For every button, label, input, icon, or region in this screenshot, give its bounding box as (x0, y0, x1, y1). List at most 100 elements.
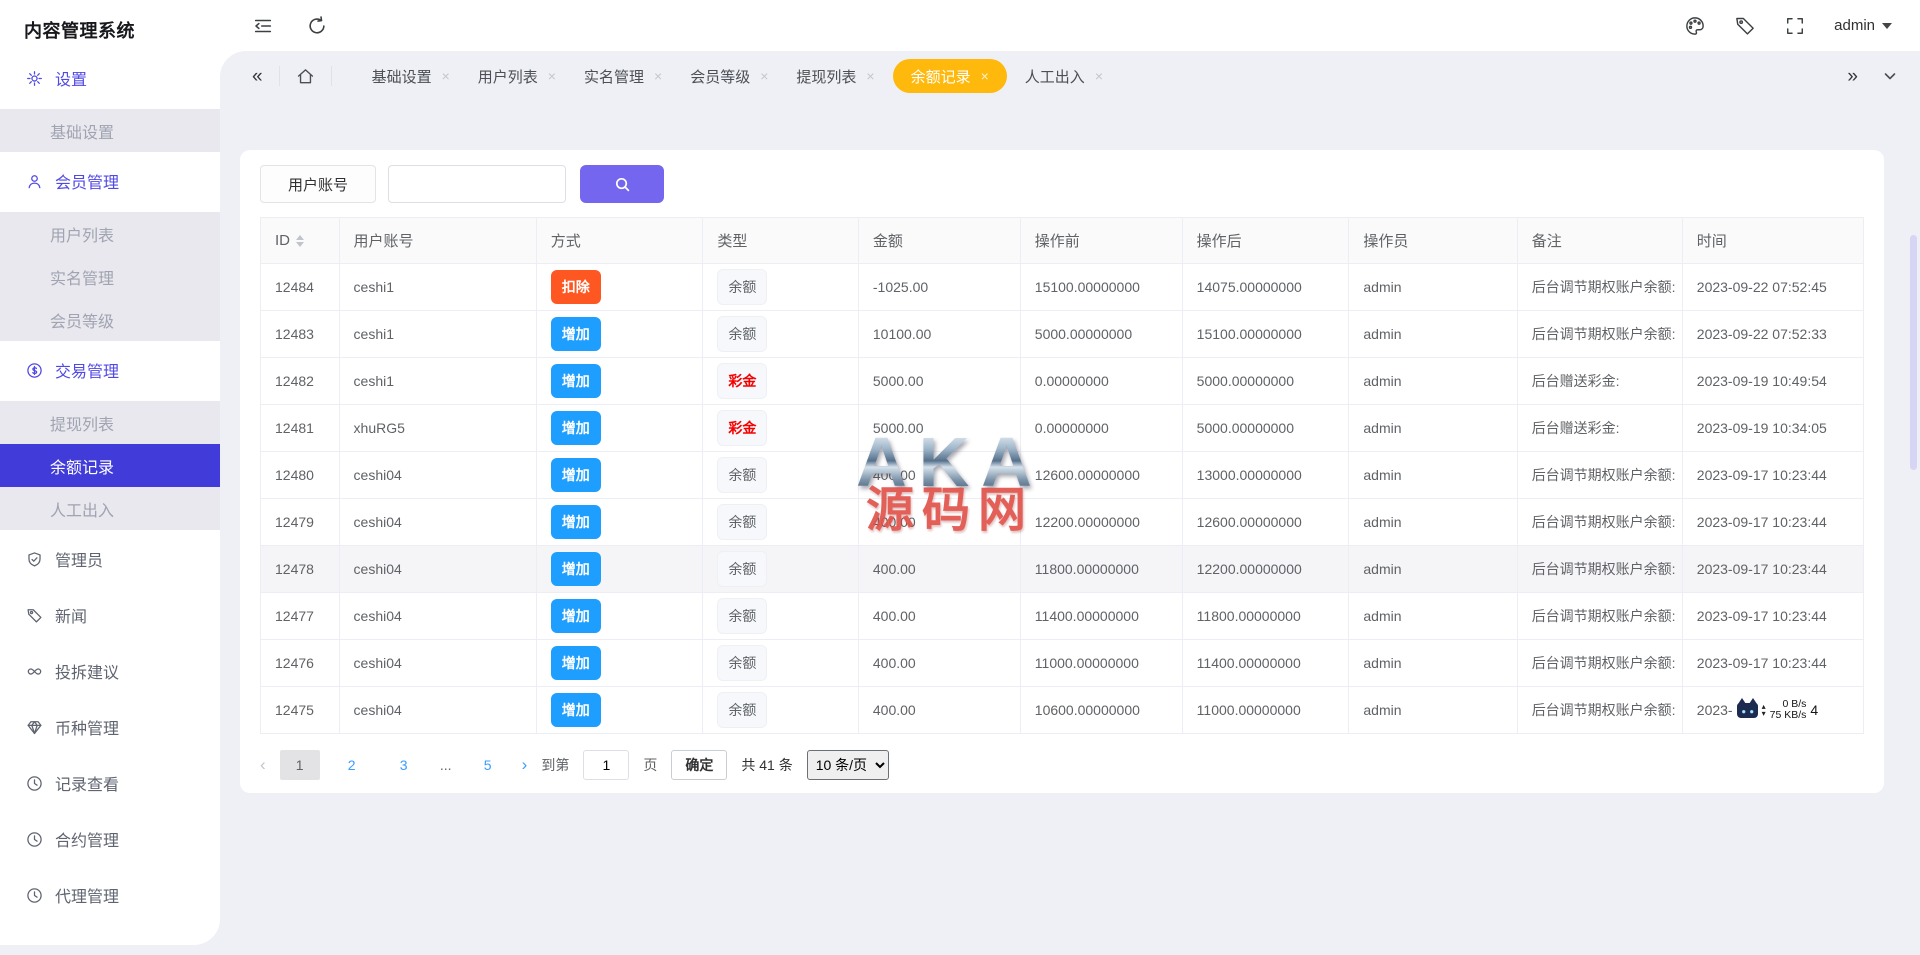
confirm-button[interactable]: 确定 (671, 750, 728, 780)
sidebar-item-label: 投拆建议 (55, 665, 120, 682)
close-icon[interactable]: × (866, 69, 874, 83)
add-badge[interactable]: 增加 (550, 505, 601, 539)
close-icon[interactable]: × (1095, 69, 1103, 83)
tab-manual-inout[interactable]: 人工出入 × (1015, 59, 1113, 93)
cell-amount: 400.00 (857, 592, 1021, 640)
net-count: 4 (1810, 702, 1819, 718)
column-header[interactable]: 金额 (857, 217, 1021, 264)
sidebar-item-manual-inout[interactable]: 人工出入 (0, 487, 220, 530)
sidebar-item-member-mgmt[interactable]: 会员管理 (0, 158, 220, 204)
cell-account: ceshi04 (338, 451, 537, 499)
sidebar-item-coin-mgmt[interactable]: 币种管理 (0, 704, 220, 750)
add-badge[interactable]: 增加 (550, 317, 601, 351)
sort-icon[interactable] (296, 235, 304, 248)
table-row: 12478 ceshi04 增加 余额 400.00 11800.00000000 1220… (260, 545, 1865, 593)
sidebar-item-contract-mgmt[interactable]: 合约管理 (0, 816, 220, 862)
add-badge[interactable]: 增加 (550, 458, 601, 492)
add-badge[interactable]: 增加 (550, 599, 601, 633)
tabs-scroll-right-icon[interactable]: » (1847, 67, 1858, 86)
page-number[interactable]: 3 (384, 750, 424, 780)
sidebar-item-member-level[interactable]: 会员等级 (0, 298, 220, 341)
tabs-more-icon[interactable] (1882, 68, 1898, 84)
sidebar-item-user-list[interactable]: 用户列表 (0, 212, 220, 255)
sidebar-item-record-view[interactable]: 记录查看 (0, 760, 220, 806)
close-icon[interactable]: × (548, 69, 556, 83)
pagination: ‹ 123... 5 › 到第 页 确定 共 41 条 10 条/页 (260, 750, 1864, 780)
cell-remark: 后台调节期权账户余额: (1516, 451, 1683, 499)
page-number[interactable]: 2 (332, 750, 372, 780)
sidebar-item-settings[interactable]: 设置 (0, 55, 220, 101)
tab-withdraw-list[interactable]: 提现列表 × (786, 59, 884, 93)
user-menu[interactable]: admin (1834, 17, 1892, 34)
fullscreen-icon[interactable] (1784, 15, 1806, 37)
type-badge: 彩金 (717, 363, 768, 399)
sidebar-item-realname-mgmt[interactable]: 实名管理 (0, 255, 220, 298)
add-badge[interactable]: 增加 (550, 552, 601, 586)
sidebar-item-agent-mgmt[interactable]: 代理管理 (0, 872, 220, 918)
tab-realname-mgmt[interactable]: 实名管理 × (574, 59, 672, 93)
column-header[interactable]: 时间 (1681, 217, 1865, 264)
cell-after: 11400.00000000 (1181, 639, 1350, 687)
column-header[interactable]: 操作员 (1348, 217, 1518, 264)
close-icon[interactable]: × (981, 69, 989, 83)
column-header[interactable]: 类型 (702, 217, 859, 264)
filter-field-button[interactable]: 用户账号 (260, 165, 377, 203)
cell-before: 0.00000000 (1019, 357, 1183, 405)
page-number[interactable]: 5 (468, 750, 508, 780)
sidebar-item-withdraw-list[interactable]: 提现列表 (0, 401, 220, 444)
type-badge: 余额 (717, 692, 768, 728)
tab-member-level[interactable]: 会员等级 × (680, 59, 778, 93)
cell-type: 彩金 (702, 404, 859, 452)
search-input[interactable] (388, 165, 567, 203)
goto-page-input[interactable] (583, 750, 630, 780)
column-header[interactable]: 用户账号 (338, 217, 537, 264)
sidebar-item-basic-settings[interactable]: 基础设置 (0, 109, 220, 152)
menu-fold-icon[interactable] (252, 15, 274, 37)
close-icon[interactable]: × (760, 69, 768, 83)
tabs-scroll-left-icon[interactable]: « (252, 67, 263, 86)
tag-icon[interactable] (1734, 15, 1756, 37)
column-header[interactable]: 操作前 (1019, 217, 1183, 264)
search-button[interactable] (580, 165, 665, 203)
tab-basic-settings[interactable]: 基础设置 × (362, 59, 460, 93)
table-row: 12476 ceshi04 增加 余额 400.00 11000.00000000 1140… (260, 639, 1865, 687)
next-page-icon[interactable]: › (522, 755, 528, 775)
column-header[interactable]: 备注 (1516, 217, 1683, 264)
content-card: 用户账号 ID 用户账号 方式 类型 金额 操作前 操作后 操作员 备注 时间 12484 cesh… (240, 150, 1884, 793)
column-header-label: 操作员 (1363, 233, 1409, 250)
cell-method: 增加 (535, 451, 704, 499)
close-icon[interactable]: × (442, 69, 450, 83)
sidebar-item-news[interactable]: 新闻 (0, 592, 220, 638)
sidebar-item-trade-mgmt[interactable]: 交易管理 (0, 347, 220, 393)
deduct-badge[interactable]: 扣除 (550, 270, 601, 304)
prev-page-icon[interactable]: ‹ (260, 755, 266, 775)
add-badge[interactable]: 增加 (550, 646, 601, 680)
home-icon[interactable] (296, 67, 315, 86)
column-header[interactable]: 方式 (535, 217, 704, 264)
cell-time: 2023-09-19 10:49:54 (1681, 357, 1865, 405)
add-badge[interactable]: 增加 (550, 411, 601, 445)
cell-after: 15100.00000000 (1181, 310, 1350, 358)
page-size-select[interactable]: 10 条/页 (806, 750, 889, 780)
close-icon[interactable]: × (654, 69, 662, 83)
sidebar-item-admins[interactable]: 管理员 (0, 536, 220, 582)
chevron-down-icon (1882, 22, 1892, 29)
filter-row: 用户账号 (260, 165, 1864, 203)
tab-balance-records[interactable]: 余额记录 × (892, 59, 1007, 93)
cell-operator: admin (1348, 498, 1518, 546)
page-number[interactable]: 1 (279, 750, 320, 780)
scrollbar-thumb[interactable] (1910, 235, 1917, 470)
refresh-icon[interactable] (306, 15, 328, 37)
add-badge[interactable]: 增加 (550, 693, 601, 727)
cat-icon (1736, 697, 1758, 718)
sidebar-item-feedback[interactable]: 投拆建议 (0, 648, 220, 694)
column-header[interactable]: 操作后 (1181, 217, 1350, 264)
palette-icon[interactable] (1684, 15, 1706, 37)
column-header[interactable]: ID (260, 217, 340, 264)
add-badge[interactable]: 增加 (550, 364, 601, 398)
cell-amount: 400.00 (857, 545, 1021, 593)
clock-icon (26, 831, 43, 848)
cell-remark: 后台赠送彩金: (1516, 357, 1683, 405)
sidebar-item-balance-records[interactable]: 余额记录 (0, 444, 220, 487)
tab-user-list[interactable]: 用户列表 × (468, 59, 566, 93)
